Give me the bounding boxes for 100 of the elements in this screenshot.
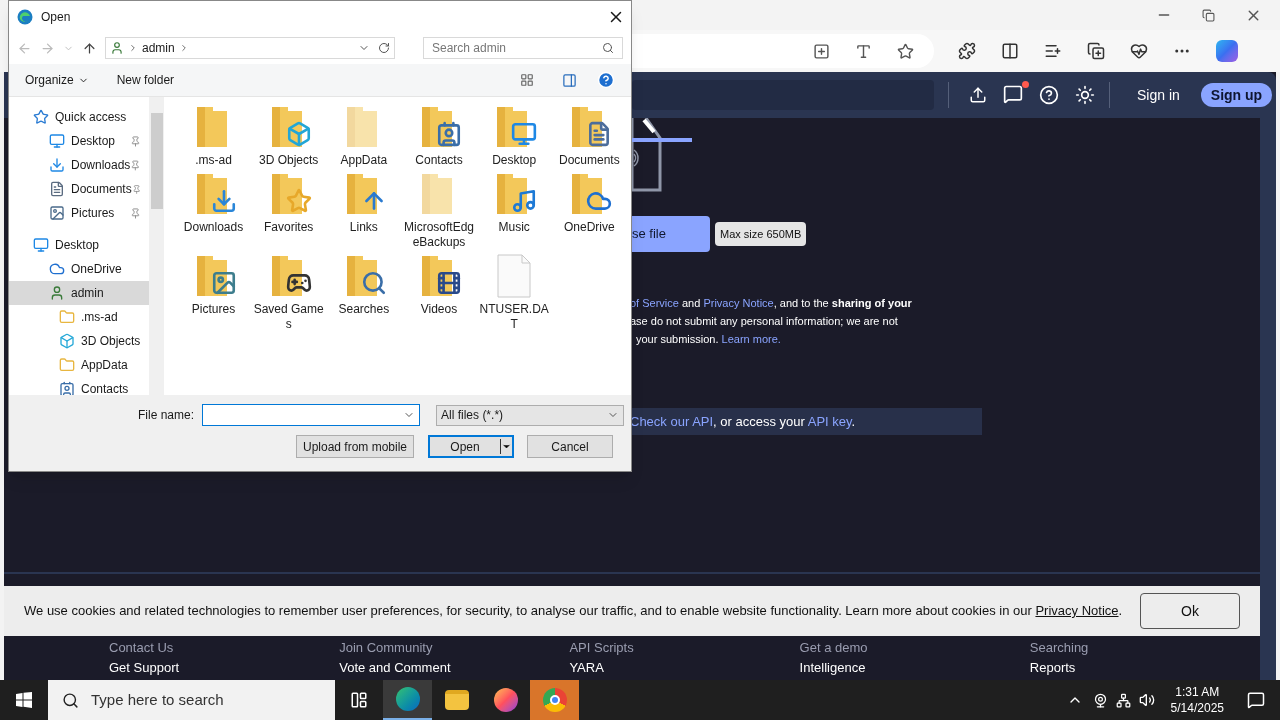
folder-icon: [59, 309, 75, 325]
sign-in-button[interactable]: Sign in: [1137, 84, 1180, 106]
view-icon[interactable]: [520, 73, 534, 87]
scrollbar[interactable]: [149, 97, 164, 395]
link[interactable]: API key: [807, 413, 852, 429]
footer-link[interactable]: YARA: [569, 660, 604, 676]
download-icon: [49, 157, 65, 173]
file-item[interactable]: OneDrive: [551, 172, 627, 250]
footer-link[interactable]: Searching: [1029, 640, 1089, 656]
file-item[interactable]: Contacts: [401, 105, 477, 168]
nav-item[interactable]: Quick access: [9, 105, 149, 129]
clock[interactable]: 1:31 AM 5/14/2025: [1162, 684, 1232, 716]
file-item[interactable]: 3D Objects: [251, 105, 327, 168]
nav-item[interactable]: Desktop: [9, 233, 149, 257]
footer-link[interactable]: Contact Us: [109, 640, 174, 656]
file-name: Music: [497, 220, 531, 235]
file-name: OneDrive: [563, 220, 616, 235]
up-icon[interactable]: [82, 40, 97, 56]
new-folder-button[interactable]: New folder: [116, 71, 175, 89]
add-app-icon[interactable]: [813, 42, 830, 60]
file-name: .ms-ad: [194, 153, 233, 168]
nav-item[interactable]: .ms-ad: [9, 305, 149, 329]
breadcrumb[interactable]: admin: [142, 39, 175, 57]
edge-taskbar-button[interactable]: [383, 680, 432, 720]
upload-icon[interactable]: [969, 86, 987, 104]
file-item[interactable]: Music: [476, 172, 552, 250]
footer-link[interactable]: Get a demo: [799, 640, 868, 656]
file-item[interactable]: Pictures: [176, 254, 251, 332]
notifications-icon[interactable]: [1247, 691, 1265, 709]
chrome-taskbar-button[interactable]: [530, 680, 579, 720]
upload-button[interactable]: Upload from mobile: [296, 435, 414, 458]
link[interactable]: Privacy Notice: [703, 297, 774, 309]
picture-icon: [49, 205, 65, 221]
site-search-field[interactable]: [632, 80, 934, 110]
task-view-icon[interactable]: [350, 691, 368, 709]
nav-item[interactable]: AppData: [9, 353, 149, 377]
file-item[interactable]: Searches: [326, 254, 402, 332]
volume-icon[interactable]: [1138, 692, 1155, 708]
collections-icon[interactable]: [1087, 42, 1105, 60]
nav-item[interactable]: Downloads: [9, 153, 149, 177]
choose-file-button[interactable]: se file: [630, 216, 710, 252]
document-icon: [49, 181, 65, 197]
nav-item[interactable]: Pictures: [9, 201, 149, 225]
file-name: Favorites: [262, 220, 315, 235]
privacy-link[interactable]: Privacy Notice: [1035, 603, 1119, 618]
file-item[interactable]: Saved Games: [251, 254, 327, 332]
field-label: File name:: [138, 407, 195, 424]
footer-link[interactable]: Get Support: [109, 660, 180, 676]
file-item[interactable]: AppData: [326, 105, 402, 168]
taskbar-search-field[interactable]: Type here to search: [91, 688, 321, 712]
read-aloud-icon[interactable]: [855, 42, 872, 60]
split-screen-icon[interactable]: [1001, 42, 1019, 60]
nav-item[interactable]: Contacts: [9, 377, 149, 395]
file-type-select[interactable]: All files (*.*): [436, 404, 625, 426]
organize-button[interactable]: Organize: [25, 71, 89, 89]
folder-icon: [59, 357, 75, 373]
footer-link[interactable]: API Scripts: [569, 640, 634, 656]
file-item[interactable]: Videos: [401, 254, 477, 332]
refresh-icon[interactable]: [378, 42, 390, 54]
star-icon: [33, 109, 49, 125]
preview-pane-icon[interactable]: [562, 72, 577, 88]
file-item[interactable]: Desktop: [476, 105, 552, 168]
nav-item[interactable]: OneDrive: [9, 257, 149, 281]
extensions-icon[interactable]: [958, 42, 976, 60]
restore-icon[interactable]: [1202, 8, 1215, 22]
nav-item[interactable]: 3D Objects: [9, 329, 149, 353]
link[interactable]: Learn more.: [721, 333, 781, 345]
windows-start-icon[interactable]: [16, 692, 32, 708]
footer-link[interactable]: Reports: [1029, 660, 1076, 676]
file-item[interactable]: .ms-ad: [176, 105, 251, 168]
ok-button[interactable]: Ok: [1140, 593, 1240, 629]
file-item[interactable]: MicrosoftEdgeBackups: [401, 172, 477, 250]
favorites-icon[interactable]: [1044, 42, 1062, 60]
file-item[interactable]: Downloads: [176, 172, 251, 250]
nav-item[interactable]: admin: [9, 281, 149, 305]
help-icon[interactable]: [1039, 85, 1059, 105]
search-box[interactable]: Search admin: [423, 37, 623, 59]
heart-pulse-icon[interactable]: [1130, 42, 1148, 60]
cancel-button[interactable]: Cancel: [527, 435, 613, 458]
open-button[interactable]: Open: [428, 435, 514, 458]
footer-link[interactable]: Vote and Comment: [339, 660, 451, 676]
star-icon[interactable]: [897, 42, 914, 60]
footer-link[interactable]: Join Community: [339, 640, 433, 656]
nav-item[interactable]: Desktop: [9, 129, 149, 153]
file-item[interactable]: Documents: [551, 105, 627, 168]
search-field[interactable]: Search admin: [432, 39, 602, 57]
copilot-icon[interactable]: [1216, 40, 1238, 62]
theme-icon[interactable]: [1075, 85, 1095, 105]
footer-link[interactable]: Intelligence: [799, 660, 866, 676]
sign-up-button[interactable]: Sign up: [1200, 83, 1273, 107]
nav-item[interactable]: Documents: [9, 177, 149, 201]
network-icon[interactable]: [1115, 692, 1131, 708]
file-name: Searches: [337, 302, 391, 317]
taskbar-search-box[interactable]: Type here to search: [48, 680, 335, 720]
file-item[interactable]: NTUSER.DAT: [476, 254, 552, 332]
file-name-field[interactable]: [202, 404, 421, 426]
chevron-icon[interactable]: [128, 43, 138, 53]
camera-icon[interactable]: [1092, 692, 1108, 708]
file-item[interactable]: Links: [326, 172, 402, 250]
file-item[interactable]: Favorites: [251, 172, 327, 250]
